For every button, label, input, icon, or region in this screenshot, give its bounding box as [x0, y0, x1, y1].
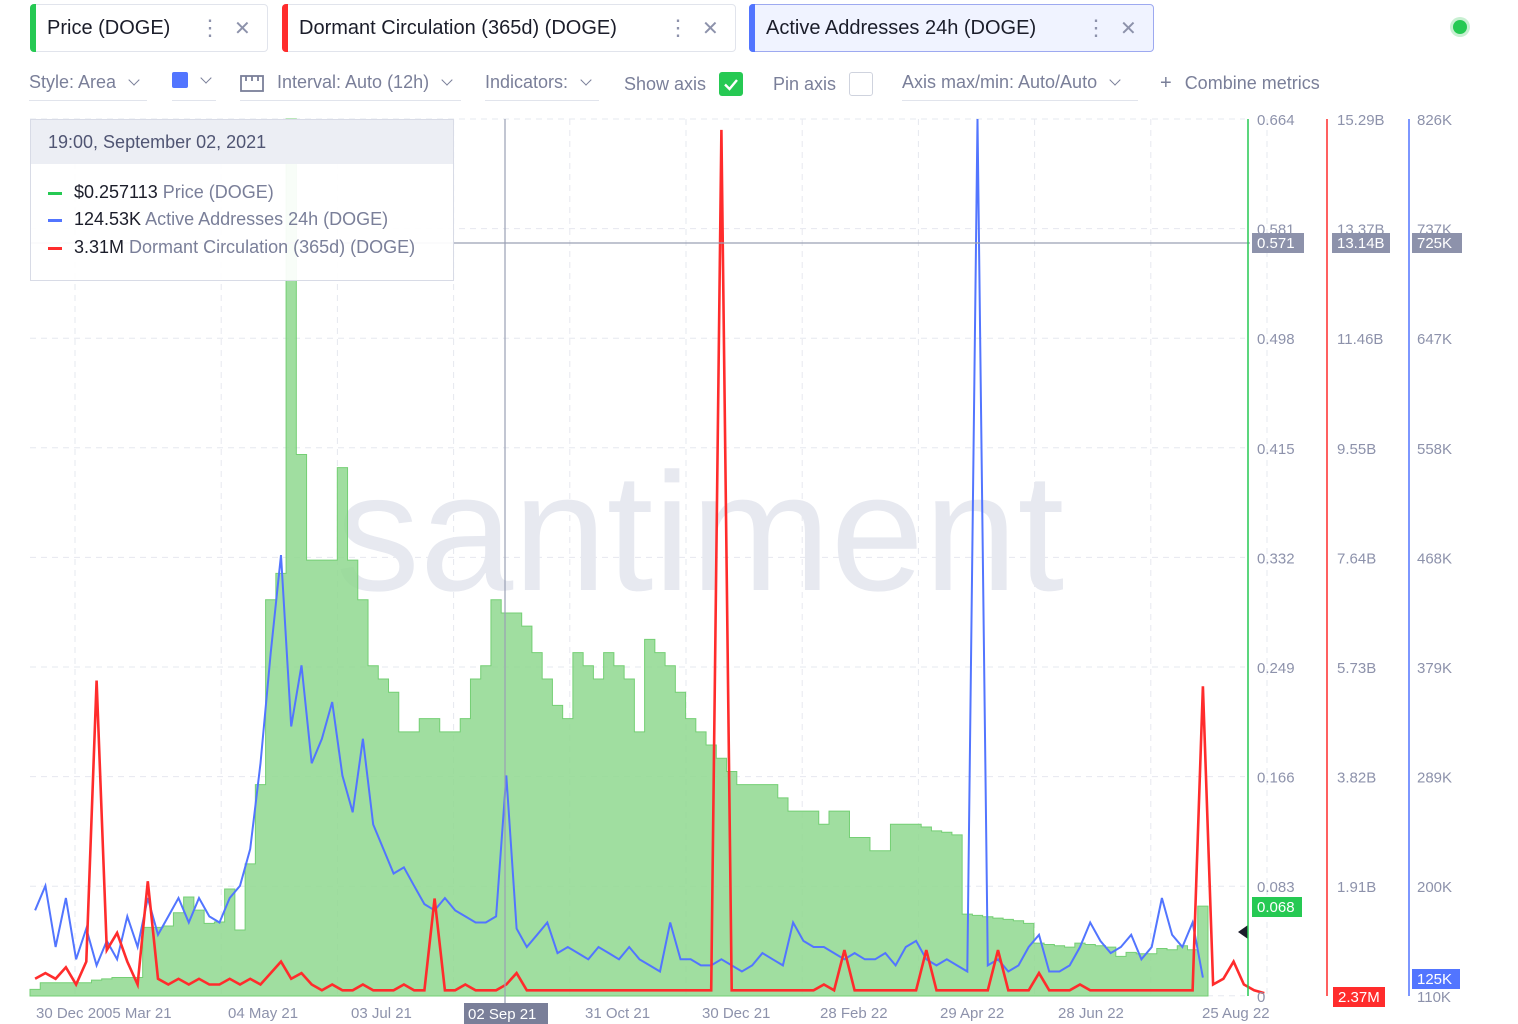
x-axis-tick-label: 30 Dec 20 [36, 1005, 104, 1022]
axis-last-value-label: 0.068 [1257, 899, 1295, 916]
x-axis: 30 Dec 20 05 Mar 21 04 May 21 03 Jul 21 02 S… [36, 1003, 1270, 1024]
axis-tick-label: 0 [1257, 989, 1265, 1006]
axis-tick-label: 0.332 [1257, 550, 1295, 567]
tooltip-name: Price (DOGE) [162, 182, 274, 202]
axis-tick-label: 200K [1417, 879, 1452, 896]
x-axis-tick-label: 05 Mar 21 [104, 1005, 172, 1022]
axis-tick-label: 826K [1417, 112, 1452, 129]
x-axis-tick-label: 04 May 21 [228, 1005, 298, 1022]
tooltip-marker [48, 191, 62, 195]
axis-tick-label: 647K [1417, 331, 1452, 348]
x-axis-tick-label: 28 Feb 22 [820, 1005, 888, 1022]
x-axis-tick-label: 03 Jul 21 [351, 1005, 412, 1022]
axis-tick-label: 15.29B [1337, 112, 1385, 129]
x-axis-tick-label: 25 Aug 22 [1202, 1005, 1270, 1022]
axis-tick-label: 558K [1417, 441, 1452, 458]
tooltip-value: $0.257113 [74, 182, 158, 202]
axis-cursor-label: 13.14B [1337, 235, 1385, 252]
x-axis-tick-label: 02 Sep 21 [468, 1006, 536, 1023]
x-axis-tick-label: 30 Dec 21 [702, 1005, 770, 1022]
axis-cursor-label: 725K [1417, 235, 1452, 252]
axis-tick-label: 379K [1417, 660, 1452, 677]
chart-axes: 0.6640.5810.4980.4150.3320.2490.1660.083… [1247, 112, 1462, 1007]
axis-cursor-label: 0.571 [1257, 235, 1295, 252]
axis-tick-label: 0.498 [1257, 331, 1295, 348]
tooltip-name: Active Addresses 24h (DOGE) [145, 209, 389, 229]
tooltip-name: Dormant Circulation (365d) (DOGE) [129, 237, 416, 257]
tooltip-marker [48, 246, 62, 250]
axis-tick-label: 3.82B [1337, 770, 1376, 787]
axis-last-value-label: 125K [1417, 971, 1452, 988]
axis-tick-label: 9.55B [1337, 441, 1376, 458]
axis-tick-label: 5.73B [1337, 660, 1376, 677]
axis-tick-label: 11.46B [1337, 331, 1383, 348]
axis-tick-label: 289K [1417, 770, 1452, 787]
last-value-marker [1238, 925, 1248, 939]
chart-tooltip: 19:00, September 02, 2021 $0.257113 Pric… [30, 119, 454, 281]
tooltip-row-price: $0.257113 Price (DOGE) [48, 182, 274, 203]
tooltip-row-active: 124.53K Active Addresses 24h (DOGE) [48, 209, 388, 230]
axis-tick-label: 0.083 [1257, 879, 1295, 896]
tooltip-value: 124.53K [74, 209, 142, 229]
tooltip-marker [48, 218, 62, 222]
axis-tick-label: 0.664 [1257, 112, 1295, 129]
axis-tick-label: 7.64B [1337, 550, 1376, 567]
axis-tick-label: 0.415 [1257, 441, 1295, 458]
axis-tick-label: 0.166 [1257, 770, 1295, 787]
watermark: santiment [336, 438, 1064, 626]
axis-tick-label: 1.91B [1337, 879, 1376, 896]
axis-tick-label: 0.249 [1257, 660, 1295, 677]
x-axis-tick-label: 28 Jun 22 [1058, 1005, 1124, 1022]
tooltip-row-dormant: 3.31M Dormant Circulation (365d) (DOGE) [48, 237, 415, 258]
axis-tick-label: 110K [1417, 989, 1451, 1006]
tooltip-date: 19:00, September 02, 2021 [31, 120, 453, 164]
x-axis-tick-label: 31 Oct 21 [585, 1005, 650, 1022]
axis-tick-label: 468K [1417, 550, 1452, 567]
axis-last-value-label: 2.37M [1338, 989, 1380, 1006]
x-axis-tick-label: 29 Apr 22 [940, 1005, 1004, 1022]
tooltip-value: 3.31M [74, 237, 125, 257]
